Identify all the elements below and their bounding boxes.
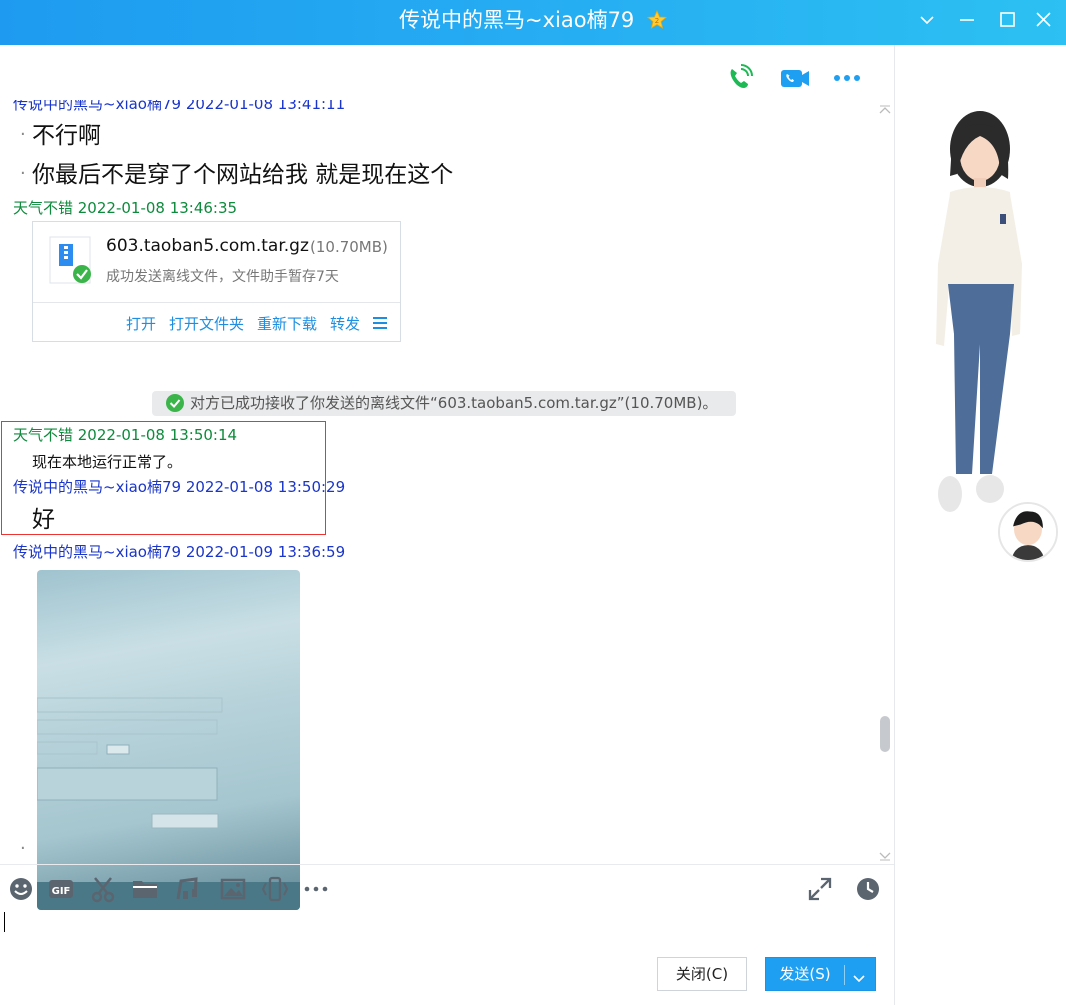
shake-icon[interactable] [261, 875, 289, 903]
message-text[interactable]: 你最后不是穿了个网站给我 就是现在这个 [32, 159, 453, 191]
window-title: 传说中的黑马~xiao楠79 2 [0, 6, 1066, 34]
message-header: 传说中的黑马~xiao楠79 2022-01-08 13:50:29 [13, 478, 346, 496]
send-button-label: 发送(S) [779, 965, 831, 983]
vip-star-icon: 2 [646, 9, 668, 29]
history-clock-icon[interactable] [854, 875, 882, 903]
input-toolbar: GIF [0, 864, 894, 912]
music-icon[interactable] [174, 875, 202, 903]
message-input-caret[interactable] [4, 912, 5, 932]
message-header: 传说中的黑马~xiao楠79 2022-01-08 13:41:11 [13, 100, 346, 113]
video-call-icon[interactable] [778, 63, 812, 93]
notice-text: 对方已成功接收了你发送的离线文件“603.taoban5.com.tar.gz”… [190, 394, 718, 412]
svg-text:GIF: GIF [52, 886, 71, 897]
dropdown-chevron-icon[interactable] [912, 8, 942, 32]
scrollbar-thumb[interactable] [880, 716, 890, 752]
file-card[interactable]: 603.taoban5.com.tar.gz (10.70MB) 成功发送离线文… [32, 221, 401, 342]
open-folder-link[interactable]: 打开文件夹 [169, 313, 244, 334]
more-tools-icon[interactable] [302, 875, 330, 903]
message-header: 传说中的黑马~xiao楠79 2022-01-09 13:36:59 [13, 543, 346, 561]
scroll-up-icon[interactable] [878, 101, 892, 114]
file-status: 成功发送离线文件，文件助手暂存7天 [106, 269, 339, 285]
chevron-down-icon[interactable] [850, 966, 868, 984]
close-icon[interactable] [1029, 8, 1059, 32]
close-button[interactable]: 关闭(C) [657, 957, 747, 991]
redownload-link[interactable]: 重新下载 [257, 313, 317, 334]
scroll-down-icon[interactable] [878, 847, 892, 861]
file-received-notice: 对方已成功接收了你发送的离线文件“603.taoban5.com.tar.gz”… [152, 391, 736, 416]
file-size: (10.70MB) [310, 238, 388, 256]
bullet: · [20, 838, 26, 859]
file-actions: 打开 打开文件夹 重新下载 转发 [33, 302, 400, 342]
header-actions [724, 63, 874, 93]
message-text[interactable]: 不行啊 [32, 120, 101, 152]
show-avatar-figure [922, 104, 1032, 519]
file-name: 603.taoban5.com.tar.gz [106, 236, 309, 256]
message-text[interactable]: 好 [32, 504, 55, 536]
emoji-icon[interactable] [7, 875, 35, 903]
message-header: 天气不错 2022-01-08 13:46:35 [13, 199, 238, 217]
bullet: · [20, 124, 26, 145]
message-text[interactable]: 现在本地运行正常了。 [32, 452, 182, 472]
menu-icon[interactable] [372, 315, 388, 331]
image-message[interactable] [37, 570, 300, 910]
chat-area: 传说中的黑马~xiao楠79 2022-01-08 13:41:11 · 不行啊… [0, 45, 894, 1005]
send-button[interactable]: 发送(S) [765, 957, 876, 991]
window-title-text: 传说中的黑马~xiao楠79 [399, 8, 635, 32]
archive-file-icon [49, 236, 91, 284]
message-list[interactable]: 传说中的黑马~xiao楠79 2022-01-08 13:41:11 · 不行啊… [0, 100, 880, 915]
image-icon[interactable] [219, 875, 247, 903]
screenshot-scissors-icon[interactable] [89, 875, 117, 903]
minimize-icon[interactable] [952, 8, 982, 32]
bullet: · [20, 163, 26, 184]
more-icon[interactable] [830, 63, 864, 93]
maximize-icon[interactable] [992, 8, 1022, 32]
fullscreen-icon[interactable] [806, 875, 834, 903]
check-icon [166, 394, 184, 412]
voice-call-icon[interactable] [724, 63, 758, 93]
open-file-link[interactable]: 打开 [126, 313, 156, 334]
folder-icon[interactable] [131, 875, 159, 903]
user-avatar[interactable] [998, 502, 1058, 562]
send-divider [844, 965, 845, 985]
forward-link[interactable]: 转发 [330, 313, 360, 334]
message-header: 天气不错 2022-01-08 13:50:14 [13, 426, 238, 444]
gif-icon[interactable]: GIF [47, 875, 75, 903]
svg-text:2: 2 [655, 17, 659, 25]
title-bar: 传说中的黑马~xiao楠79 2 [0, 0, 1066, 45]
